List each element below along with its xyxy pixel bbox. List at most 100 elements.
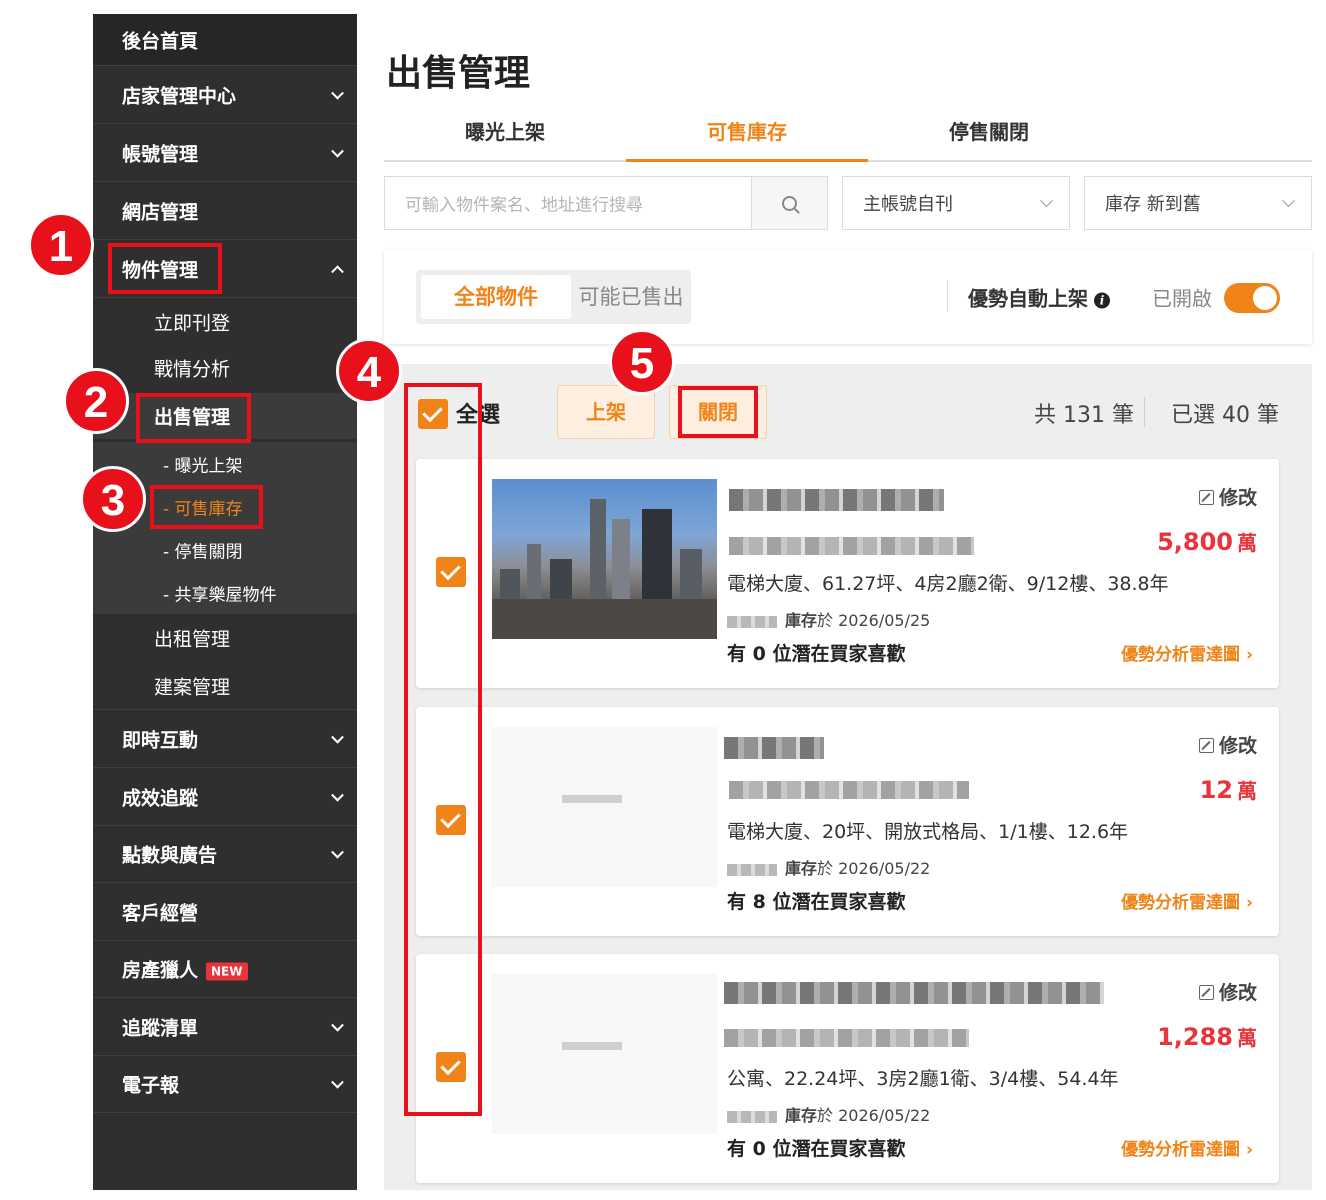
sidebar-subitem-label: 建案管理 [154,676,231,699]
listing-card: 修改 5,800 萬 電梯大廈、61.27坪、4房2廳2衛、9/12樓、38.8年… [416,459,1279,688]
sidebar-item-label: 即時互動 [122,729,199,752]
sidebar-subitem-post-now[interactable]: 立即刊登 [93,299,357,345]
price-unit: 萬 [1237,779,1257,803]
sort-select[interactable]: 庫存 新到舊 [1084,176,1312,230]
selected-count: 已選 40 筆 [1171,403,1279,428]
annotation-box-checkboxes [404,383,482,1116]
sidebar-item-label: 帳號管理 [122,143,199,166]
sidebar-item-interaction[interactable]: 即時互動 [93,711,357,768]
sidebar-item-label: 追蹤清單 [122,1017,199,1040]
listing-thumbnail[interactable] [492,974,717,1134]
divider [947,280,948,312]
tab-inventory[interactable]: 可售庫存 [626,110,868,162]
sidebar-subitem-rent[interactable]: 出租管理 [93,615,357,661]
edit-link[interactable]: 修改 [1198,978,1257,1005]
listing-card: 修改 12 萬 電梯大廈、20坪、開放式格局、1/1樓、12.6年 庫存於 202… [416,707,1279,936]
price-unit: 萬 [1237,1026,1257,1050]
info-icon[interactable]: i [1094,292,1110,308]
annotation-marker-1: 1 [28,212,94,278]
sidebar-item-newsletter[interactable]: 電子報 [93,1056,357,1113]
sidebar-item-tracking[interactable]: 追蹤清單 [93,999,357,1056]
tab-exposure[interactable]: 曝光上架 [384,110,626,162]
stock-label: 庫存 [785,611,818,630]
segment-control: 全部物件 可能已售出 [416,270,691,324]
sidebar-item-label: 網店管理 [122,201,199,224]
listing-description: 電梯大廈、20坪、開放式格局、1/1樓、12.6年 [727,821,1129,843]
stock-label: 庫存 [785,859,818,878]
price-value: 1,288 [1157,1023,1233,1051]
tab-bar: 曝光上架 可售庫存 停售關閉 [384,110,1312,162]
address-redacted [729,781,969,799]
sidebar-subitem-analysis[interactable]: 戰情分析 [93,345,357,391]
chevron-down-icon [331,1018,344,1032]
annotation-box-objects [108,243,222,294]
account-filter-select[interactable]: 主帳號自刊 [842,176,1070,230]
edit-link[interactable]: 修改 [1198,731,1257,758]
sidebar-item-label: 成效追蹤 [122,787,199,810]
listing-stock: 庫存於 2026/05/25 [727,607,930,631]
sidebar-item-customers[interactable]: 客戶經營 [93,884,357,941]
sidebar-subitem-label: 戰情分析 [154,358,231,381]
chevron-down-icon [331,1075,344,1089]
sidebar-item-hunter[interactable]: 房產獵人 NEW [93,941,357,998]
sidebar-item-webstore[interactable]: 網店管理 [93,183,357,240]
chevron-down-icon [331,788,344,802]
edit-label: 修改 [1218,735,1257,757]
chevron-down-icon [331,144,344,158]
sidebar-item-label: 後台首頁 [122,30,199,52]
edit-icon [1198,490,1214,505]
sidebar-subitem-label: - 共享樂屋物件 [163,585,277,605]
sidebar-item-account[interactable]: 帳號管理 [93,125,357,182]
listing-thumbnail[interactable] [492,479,717,639]
auto-listing-toggle[interactable] [1224,283,1280,313]
sidebar-item-points-ads[interactable]: 點數與廣告 [93,826,357,883]
sidebar-item-label: 店家管理中心 [122,85,237,108]
sidebar-subitem-project[interactable]: 建案管理 [93,663,357,710]
annotation-marker-3: 3 [80,466,146,532]
chevron-down-icon [331,845,344,859]
edit-icon [1198,738,1214,753]
redacted-mark [727,863,777,876]
auto-listing-status: 已開啟 [1152,286,1212,311]
address-redacted [729,537,974,555]
search-placeholder: 可輸入物件案名、地址進行搜尋 [405,195,643,216]
sidebar-item-label: 客戶經營 [122,902,199,925]
page-title: 出售管理 [386,53,531,94]
annotation-box-close [678,386,758,438]
edit-link[interactable]: 修改 [1198,483,1257,510]
filter-bar: 全部物件 可能已售出 優勢自動上架 i 已開啟 [384,250,1312,344]
sidebar-subitem-label: 出租管理 [154,628,231,651]
potential-buyers: 有 0 位潛在買家喜歡 [727,643,906,665]
edit-label: 修改 [1218,982,1257,1004]
listing-thumbnail[interactable] [492,727,717,887]
title-redacted [724,737,824,759]
radar-chart-link[interactable]: 優勢分析雷達圖 › [1121,1135,1253,1160]
price-unit: 萬 [1237,531,1257,555]
sidebar-item-home[interactable]: 後台首頁 [93,14,357,66]
radar-chart-link[interactable]: 優勢分析雷達圖 › [1121,640,1253,665]
chevron-down-icon [1282,194,1295,208]
listing-price: 5,800 萬 [1157,527,1257,556]
main-content: 出售管理 曝光上架 可售庫存 停售關閉 可輸入物件案名、地址進行搜尋 主帳號自刊… [384,14,1312,1190]
segment-all-objects[interactable]: 全部物件 [421,275,571,319]
segment-maybe-sold[interactable]: 可能已售出 [576,275,686,319]
search-button[interactable] [751,177,827,229]
tab-closed[interactable]: 停售關閉 [868,110,1110,162]
sidebar-subitem-label: 立即刊登 [154,312,231,335]
stock-date: 於 2026/05/22 [817,1106,931,1125]
listing-description: 公寓、22.24坪、3房2廳1衛、3/4樓、54.4年 [727,1068,1119,1090]
sidebar-item-store-center[interactable]: 店家管理中心 [93,67,357,124]
page: 後台首頁 店家管理中心 帳號管理 網店管理 物件管理 立即刊登 戰情分析 出售管… [0,0,1326,1200]
price-value: 12 [1199,776,1233,804]
sidebar-item-performance[interactable]: 成效追蹤 [93,769,357,826]
sidebar-subitem-shared[interactable]: - 共享樂屋物件 [93,571,357,614]
sidebar-subitem-closed[interactable]: - 停售關閉 [93,528,357,571]
stock-date: 於 2026/05/22 [817,859,931,878]
annotation-marker-4: 4 [336,338,402,404]
listing-description: 電梯大廈、61.27坪、4房2廳2衛、9/12樓、38.8年 [727,573,1169,595]
chevron-down-icon [331,86,344,100]
search-input[interactable]: 可輸入物件案名、地址進行搜尋 [384,176,828,230]
radar-chart-link[interactable]: 優勢分析雷達圖 › [1121,888,1253,913]
edit-label: 修改 [1218,487,1257,509]
new-badge: NEW [206,962,248,980]
